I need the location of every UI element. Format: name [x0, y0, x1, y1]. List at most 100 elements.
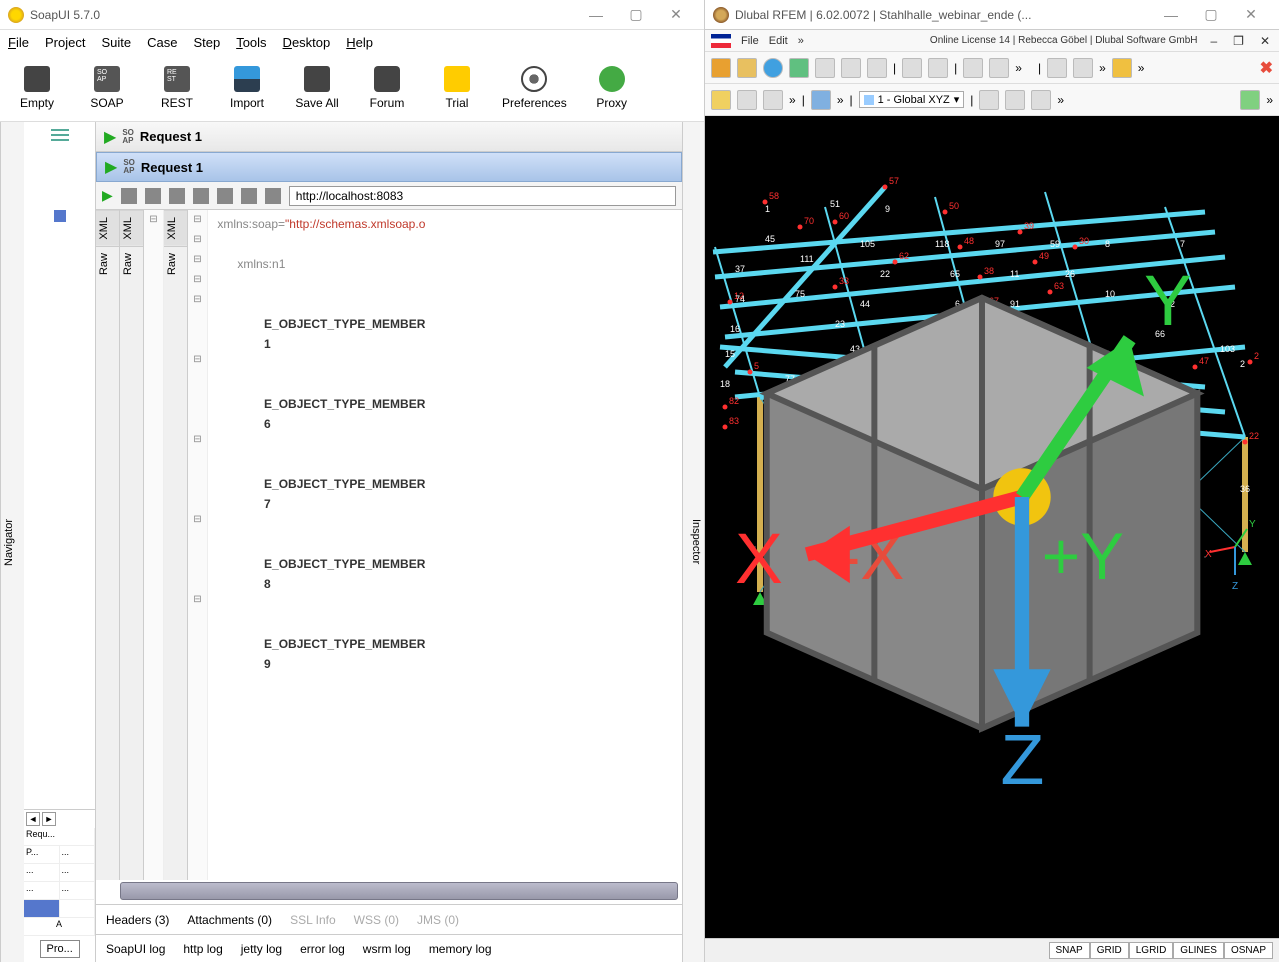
pro-button[interactable]: Pro... [40, 940, 80, 958]
nav-next[interactable]: ► [42, 812, 56, 826]
status-glines[interactable]: GLINES [1173, 942, 1224, 959]
status-osnap[interactable]: OSNAP [1224, 942, 1273, 959]
tb1-more2[interactable]: » [1099, 61, 1106, 75]
log-jetty[interactable]: jetty log [241, 942, 282, 956]
req-tool-5[interactable] [217, 188, 233, 204]
menu-help[interactable]: Help [346, 35, 373, 50]
new-icon[interactable] [711, 58, 731, 78]
saveas-icon[interactable] [841, 58, 861, 78]
toolbar-import[interactable]: Import [222, 66, 272, 110]
toolbar-empty[interactable]: Empty [12, 66, 62, 110]
inspector-tab[interactable]: Inspector [682, 122, 704, 962]
log-error[interactable]: error log [300, 942, 345, 956]
block-icon[interactable] [789, 58, 809, 78]
request-tab-inner[interactable]: ▶ SOAP Request 1 [96, 152, 682, 182]
align-icon[interactable] [979, 90, 999, 110]
tab-wss[interactable]: WSS (0) [354, 913, 399, 927]
menu-case[interactable]: Case [147, 35, 177, 50]
doc-close[interactable]: ✕ [1257, 34, 1273, 48]
rfem-close[interactable]: ✕ [1231, 6, 1271, 23]
cancel-icon[interactable]: ✖ [1260, 58, 1273, 78]
status-lgrid[interactable]: LGRID [1129, 942, 1174, 959]
log-soapui[interactable]: SoapUI log [106, 942, 165, 956]
tab-headers[interactable]: Headers (3) [106, 913, 169, 927]
endpoint-url-input[interactable] [289, 186, 676, 206]
req-tool-6[interactable] [241, 188, 257, 204]
node-tool-icon[interactable] [711, 90, 731, 110]
tb1-more3[interactable]: » [1138, 61, 1145, 75]
redo-icon[interactable] [989, 58, 1009, 78]
print-icon[interactable] [867, 58, 887, 78]
req-tool-3[interactable] [169, 188, 185, 204]
status-snap[interactable]: SNAP [1049, 942, 1090, 959]
tb2-more4[interactable]: » [1266, 93, 1273, 107]
paste-icon[interactable] [928, 58, 948, 78]
req-tool-7[interactable] [265, 188, 281, 204]
play-icon-inner[interactable]: ▶ [105, 157, 117, 177]
tb2-more[interactable]: » [789, 93, 796, 107]
toolbar-proxy[interactable]: Proxy [587, 66, 637, 110]
filter-icon[interactable] [811, 90, 831, 110]
toolbar-saveall[interactable]: Save All [292, 66, 342, 110]
tab-xml-resp[interactable]: XML [164, 210, 187, 246]
request-tab-outer[interactable]: ▶ SOAP Request 1 [96, 122, 682, 152]
rfem-maximize[interactable]: ▢ [1191, 6, 1231, 23]
tb1-more[interactable]: » [1015, 61, 1022, 75]
save-icon[interactable] [815, 58, 835, 78]
log-wsrm[interactable]: wsrm log [363, 942, 411, 956]
maximize-button[interactable]: ▢ [616, 6, 656, 23]
log-http[interactable]: http log [183, 942, 222, 956]
star-icon[interactable] [1112, 58, 1132, 78]
xml-response-content[interactable]: xmlns:soap="http://schemas.xmlsoap.o xml… [208, 210, 682, 880]
menu-more[interactable]: » [798, 35, 804, 47]
tab-jms[interactable]: JMS (0) [417, 913, 459, 927]
tab-raw-req[interactable]: Raw [96, 246, 119, 281]
flag-icon[interactable] [711, 34, 731, 48]
toolbar-forum[interactable]: Forum [362, 66, 412, 110]
menu-project[interactable]: Project [45, 35, 85, 50]
nav-a[interactable]: A [24, 918, 95, 935]
tab-raw-req2[interactable]: Raw [120, 246, 143, 281]
menu-suite[interactable]: Suite [101, 35, 131, 50]
tab-ssl[interactable]: SSL Info [290, 913, 336, 927]
undo-icon[interactable] [963, 58, 983, 78]
tab-attachments[interactable]: Attachments (0) [187, 913, 272, 927]
render-icon[interactable] [1240, 90, 1260, 110]
toolbar-rest[interactable]: REST [152, 66, 202, 110]
toolbar-trial[interactable]: Trial [432, 66, 482, 110]
tb2-more3[interactable]: » [1057, 93, 1064, 107]
nav-requ[interactable]: Requ... [24, 828, 95, 845]
play-icon[interactable]: ▶ [104, 127, 116, 147]
surface-tool-icon[interactable] [763, 90, 783, 110]
menu-desktop[interactable]: Desktop [283, 35, 331, 50]
copy-icon[interactable] [902, 58, 922, 78]
doc-minimize[interactable]: – [1207, 34, 1220, 48]
doc-restore[interactable]: ❐ [1230, 34, 1247, 48]
tab-raw-resp[interactable]: Raw [164, 246, 187, 281]
rfem-menu-file[interactable]: File [741, 35, 759, 47]
3d-viewport[interactable]: 5758607050483962493338633082532288471229… [705, 116, 1279, 938]
close-button[interactable]: ✕ [656, 6, 696, 23]
tool-a-icon[interactable] [1047, 58, 1067, 78]
grid-icon[interactable] [1005, 90, 1025, 110]
tab-xml-req[interactable]: XML [96, 210, 119, 246]
req-tool-4[interactable] [193, 188, 209, 204]
horizontal-scrollbar[interactable] [120, 882, 678, 900]
rfem-menu-edit[interactable]: Edit [769, 35, 788, 47]
tab-xml-req2[interactable]: XML [120, 210, 143, 246]
snap-icon[interactable] [1031, 90, 1051, 110]
toolbar-preferences[interactable]: Preferences [502, 66, 567, 110]
coordinate-system-select[interactable]: 1 - Global XYZ ▾ [859, 91, 965, 108]
minimize-button[interactable]: — [576, 7, 616, 23]
menu-tools[interactable]: Tools [236, 35, 266, 50]
tool-b-icon[interactable] [1073, 58, 1093, 78]
rfem-minimize[interactable]: — [1151, 7, 1191, 23]
nav-prev[interactable]: ◄ [26, 812, 40, 826]
run-request-button[interactable]: ▶ [102, 187, 113, 204]
menu-step[interactable]: Step [193, 35, 220, 50]
req-tool-2[interactable] [145, 188, 161, 204]
nav-p[interactable]: P... [24, 846, 60, 863]
open-icon[interactable] [737, 58, 757, 78]
navigator-tab[interactable]: Navigator [0, 122, 24, 962]
req-tool-1[interactable] [121, 188, 137, 204]
